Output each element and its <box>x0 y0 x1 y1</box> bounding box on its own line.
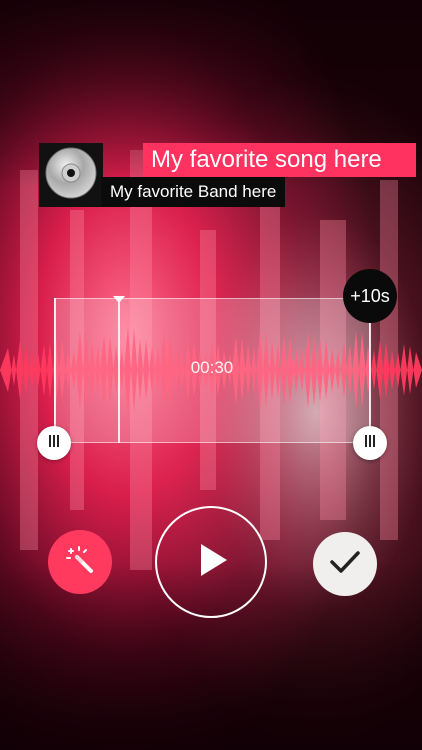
cd-disc-icon <box>44 146 98 205</box>
time-display: 00:30 <box>190 358 234 377</box>
grip-lines-icon <box>363 434 377 453</box>
extend-10s-label: +10s <box>350 285 390 306</box>
band-name: My favorite Band here <box>101 177 286 207</box>
play-button[interactable] <box>155 506 267 618</box>
playhead[interactable] <box>118 298 120 443</box>
playhead-marker[interactable] <box>113 296 125 303</box>
magic-wand-icon <box>63 543 97 582</box>
trim-start-handle[interactable] <box>37 426 71 460</box>
album-cover <box>39 143 103 207</box>
confirm-button[interactable] <box>313 532 377 596</box>
checkmark-icon <box>327 544 363 585</box>
magic-wand-button[interactable] <box>48 530 112 594</box>
trim-end-handle[interactable] <box>353 426 387 460</box>
song-title: My favorite song here <box>143 143 416 177</box>
play-icon <box>191 540 231 585</box>
grip-lines-icon <box>47 434 61 453</box>
extend-10s-button[interactable]: +10s <box>343 269 397 323</box>
trim-start-line <box>54 298 56 443</box>
